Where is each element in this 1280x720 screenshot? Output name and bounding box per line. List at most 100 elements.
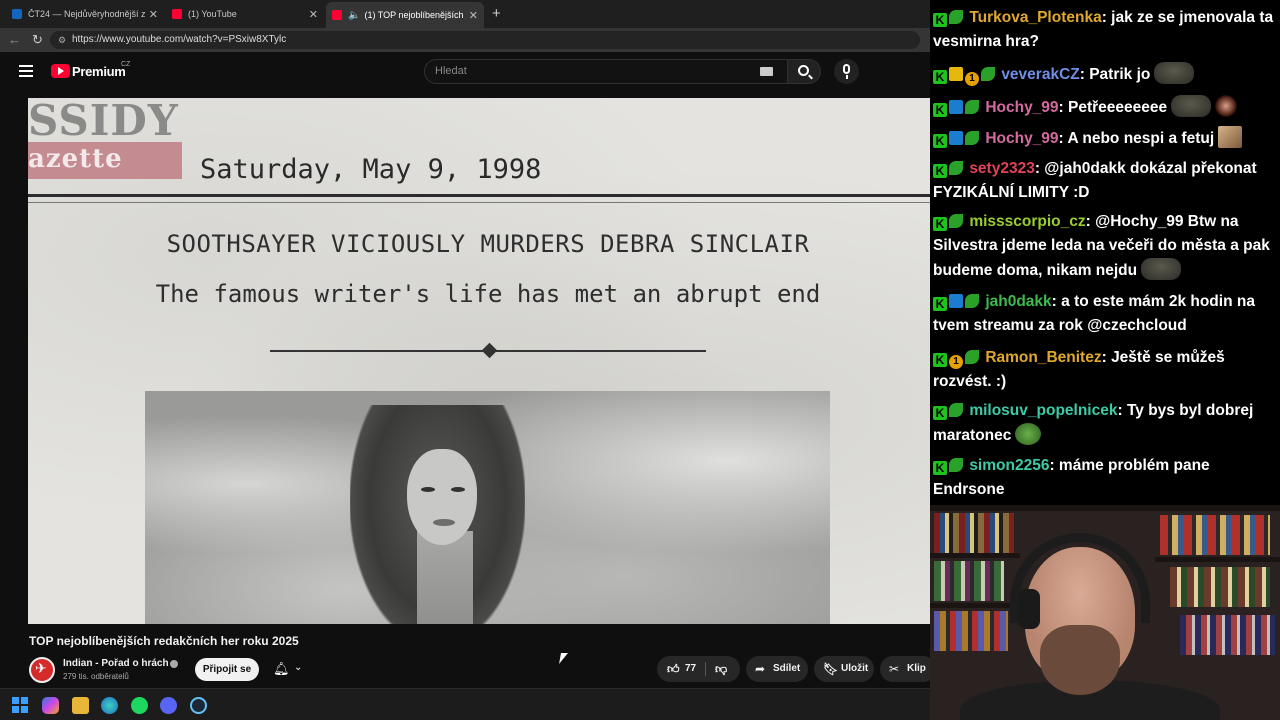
join-button[interactable]: Připojit se — [195, 658, 259, 681]
subscriber-count: 279 tis. odběratelů — [63, 672, 129, 681]
tab-close-icon[interactable]: ✕ — [469, 9, 478, 22]
file-explorer-icon[interactable] — [72, 697, 89, 714]
leaf-badge-icon — [949, 458, 963, 472]
leaf-badge-icon — [965, 100, 979, 114]
share-icon: ➦ — [755, 662, 766, 676]
leaf-badge-icon — [965, 131, 979, 145]
dislike-icon[interactable]: 👎︎ — [715, 656, 727, 682]
channel-name[interactable]: Indian - Pořad o hrách — [63, 658, 169, 669]
tab-close-icon[interactable]: ✕ — [149, 8, 158, 21]
chat-text: A nebo nespi a fetuj — [1067, 130, 1215, 147]
kick-badge-icon: K — [933, 297, 947, 311]
search-input[interactable]: Hledat — [424, 59, 788, 84]
chat-username[interactable]: Turkova_Plotenka — [969, 9, 1101, 26]
tab-bar: ČT24 — Nejdůvěryhodnější zprav ✕ (1) You… — [0, 0, 930, 28]
chat-username[interactable]: jah0dakk — [985, 293, 1051, 310]
chat-username[interactable]: milosuv_popelnicek — [969, 402, 1117, 419]
newspaper-headline: SOOTHSAYER VICIOUSLY MURDERS DEBRA SINCL… — [166, 230, 810, 258]
sub-badge-icon — [949, 131, 963, 145]
share-button[interactable]: ➦ Sdílet — [746, 656, 808, 682]
kick-badge-icon: K — [933, 103, 947, 117]
like-count[interactable]: 77 — [685, 656, 696, 682]
notification-bell-button[interactable]: 🔔︎ ⌄ — [266, 658, 312, 681]
save-label: Uložit — [841, 663, 869, 674]
copilot-icon[interactable] — [42, 697, 59, 714]
frog-emote-icon — [1015, 423, 1042, 445]
reload-icon[interactable]: ↻ — [32, 32, 43, 48]
chat-username[interactable]: simon2256 — [969, 457, 1049, 474]
save-button[interactable]: 🔖︎ Uložit — [814, 656, 874, 682]
bookmark-icon: 🔖︎ — [823, 662, 839, 676]
screen: { "browser": { "tabs": [ {"label": "ČT24… — [0, 0, 1280, 720]
speaker-icon[interactable]: 🔈 — [348, 10, 360, 21]
chat-username[interactable]: missscorpio_cz — [969, 213, 1085, 230]
chat-message: K simon2256: máme problém pane Endrsone — [933, 457, 1210, 498]
kick-badge-icon: K — [933, 406, 947, 420]
leaf-badge-icon — [949, 403, 963, 417]
chat-username[interactable]: Hochy_99 — [985, 130, 1058, 147]
spotify-icon[interactable] — [131, 697, 148, 714]
kick-badge-icon: K — [933, 134, 947, 148]
youtube-logo-text[interactable]: Premium — [72, 64, 126, 79]
site-info-icon[interactable]: ⚙ — [58, 31, 66, 49]
tab-label: (1) YouTube — [188, 9, 237, 19]
emote-icon — [1141, 258, 1182, 280]
url-field[interactable]: ⚙ https://www.youtube.com/watch?v=PSxiw8… — [50, 31, 920, 49]
crown-badge-icon — [949, 67, 963, 81]
like-dislike-group: 👍︎ 77 👎︎ — [657, 656, 740, 682]
stream-chat: K Turkova_Plotenka: jak ze se jmenovala … — [930, 0, 1280, 505]
kick-badge-icon: K — [933, 13, 947, 27]
video-title: TOP nejoblíbenějších redakčních her roku… — [29, 634, 299, 648]
url-text: https://www.youtube.com/watch?v=PSxiw8XT… — [72, 34, 287, 45]
bell-icon: 🔔︎ — [273, 662, 290, 677]
keyboard-icon[interactable] — [760, 67, 773, 76]
chat-message: K milosuv_popelnicek: Ty bys byl dobrej … — [933, 402, 1254, 445]
youtube-logo-icon[interactable] — [51, 64, 70, 78]
video-player[interactable]: SSIDY azette Saturday, May 9, 1998 SOOTH… — [28, 98, 930, 624]
chat-text: Patrik jo — [1089, 66, 1151, 83]
chevron-down-icon: ⌄ — [294, 662, 303, 673]
steam-icon[interactable] — [190, 697, 207, 714]
newspaper-date: Saturday, May 9, 1998 — [200, 154, 542, 185]
windows-start-icon[interactable] — [12, 697, 29, 714]
search-button[interactable] — [787, 59, 821, 84]
tab-label: (1) TOP nejoblíbenějších redakč — [364, 10, 464, 20]
leaf-badge-icon — [981, 67, 995, 81]
tab-ct24[interactable]: ČT24 — Nejdůvěryhodnější zprav ✕ — [6, 2, 164, 26]
chat-username[interactable]: Hochy_99 — [985, 99, 1058, 116]
youtube-header: Premium CZ Hledat — [0, 52, 930, 94]
chat-username[interactable]: veverakCZ — [1001, 66, 1079, 83]
tab-youtube[interactable]: (1) YouTube ✕ — [166, 2, 324, 26]
chat-message: K Hochy_99: A nebo nespi a fetuj — [933, 126, 1275, 151]
tab-video[interactable]: 🔈 (1) TOP nejoblíbenějších redakč ✕ — [326, 2, 484, 28]
kick-badge-icon: K — [933, 461, 947, 475]
clip-button[interactable]: ✂ Klip — [880, 656, 930, 682]
kick-badge-icon: K — [933, 353, 947, 367]
tab-close-icon[interactable]: ✕ — [309, 8, 318, 21]
channel-avatar[interactable] — [29, 657, 55, 683]
new-tab-button[interactable]: + — [492, 5, 501, 22]
chat-username[interactable]: sety2323 — [969, 160, 1035, 177]
emote-icon — [1154, 62, 1195, 84]
kick-badge-icon: K — [933, 217, 947, 231]
edge-icon[interactable] — [101, 697, 118, 714]
like-icon[interactable]: 👍︎ — [667, 656, 680, 682]
menu-icon[interactable] — [19, 65, 33, 77]
tab-label: ČT24 — Nejdůvěryhodnější zprav — [28, 9, 145, 19]
emote-icon — [1171, 95, 1212, 117]
chat-message: K Hochy_99: Petřeeeeeeee — [933, 95, 1275, 120]
voice-search-button[interactable] — [834, 59, 859, 84]
kick-badge-icon: K — [933, 164, 947, 178]
chat-text: a to este mám 2k hodin na tvem streamu z… — [933, 293, 1255, 334]
ct24-favicon-icon — [12, 9, 22, 19]
leaf-badge-icon — [949, 10, 963, 24]
mouse-cursor-icon — [559, 653, 568, 664]
discord-icon[interactable] — [160, 697, 177, 714]
newspaper-photo — [145, 391, 830, 624]
chat-username[interactable]: Ramon_Benitez — [985, 349, 1101, 366]
youtube-favicon-icon — [172, 9, 182, 19]
newspaper-masthead: SSIDY — [28, 98, 179, 145]
taskbar — [0, 688, 930, 720]
back-icon[interactable]: ← — [8, 32, 21, 47]
sub-badge-icon — [949, 294, 963, 308]
